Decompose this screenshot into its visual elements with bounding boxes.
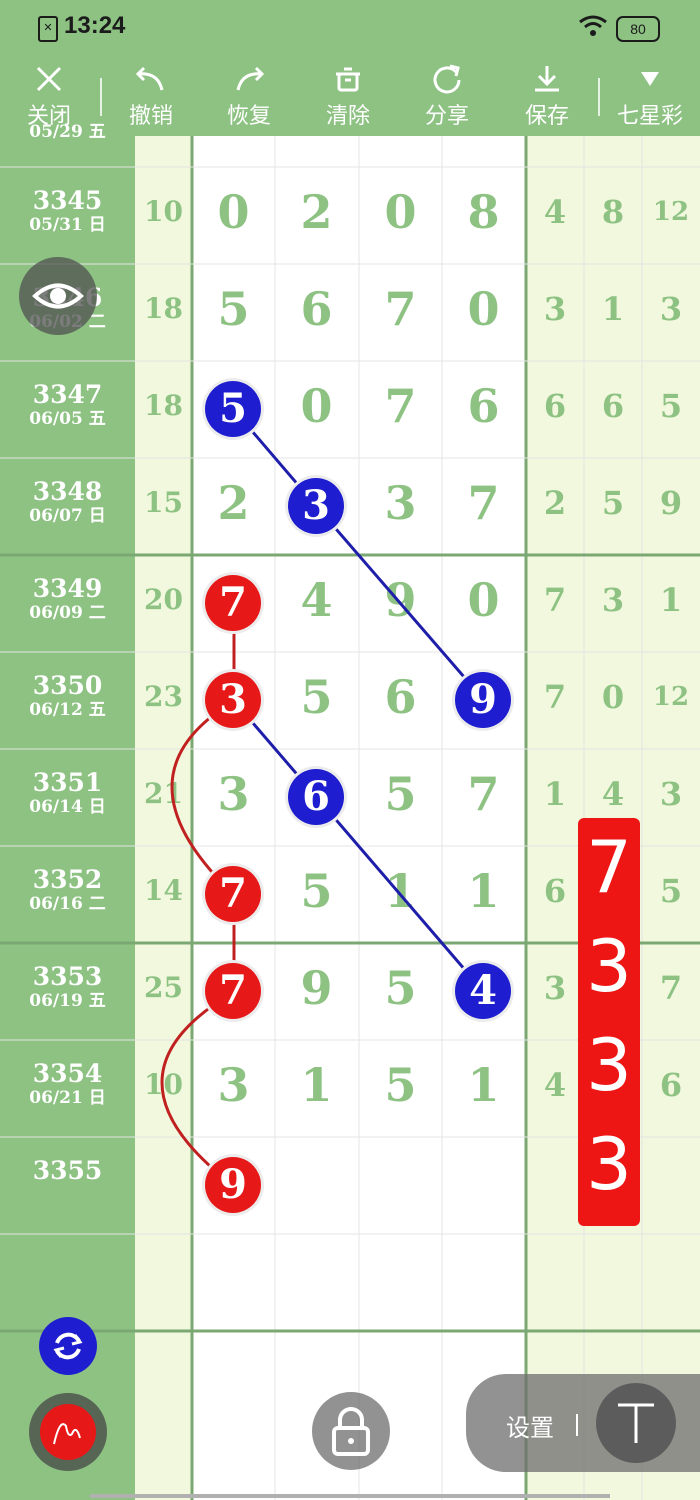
sim-off-icon: ✕	[38, 16, 58, 42]
highlight-ball: 7	[205, 866, 261, 922]
save-button[interactable]: 保存	[502, 62, 592, 130]
lottery-type-dropdown[interactable]: 七星彩	[605, 62, 695, 130]
highlight-ball: 7	[205, 963, 261, 1019]
trash-icon	[336, 67, 360, 92]
status-time: 13:24	[64, 12, 126, 39]
redo-button[interactable]: 恢复	[204, 62, 294, 130]
battery-icon: 80	[616, 16, 660, 42]
draw-button[interactable]	[29, 1393, 107, 1471]
close-icon	[36, 66, 62, 92]
text-t-icon	[618, 1403, 654, 1443]
highlight-ball: 3	[205, 672, 261, 728]
close-button[interactable]: 关闭	[4, 62, 94, 130]
home-indicator	[90, 1494, 610, 1498]
highlight-ball: 9	[455, 672, 511, 728]
clear-button[interactable]: 清除	[303, 62, 393, 130]
eye-icon	[32, 283, 84, 309]
download-icon	[535, 66, 559, 92]
share-icon	[433, 64, 461, 94]
text-tool-button[interactable]	[596, 1383, 676, 1463]
share-button[interactable]: 分享	[402, 62, 492, 130]
settings-divider	[576, 1414, 578, 1436]
highlight-ball: 9	[205, 1157, 261, 1213]
toolbar-divider	[598, 78, 600, 116]
toolbar-divider	[100, 78, 102, 116]
wifi-icon	[579, 15, 607, 36]
visibility-toggle-button[interactable]	[19, 257, 97, 335]
trend-chart[interactable]: 05/29 五 334505/31 日1002084812334606/02 二…	[0, 122, 700, 1500]
lock-icon	[332, 1407, 370, 1456]
dropdown-triangle-icon	[641, 72, 659, 86]
refresh-button[interactable]	[39, 1317, 97, 1375]
highlight-ball: 3	[288, 478, 344, 534]
settings-button[interactable]: 设置	[506, 1408, 554, 1443]
settings-panel: 设置	[466, 1374, 700, 1472]
highlight-ball: 5	[205, 381, 261, 437]
pen-icon	[40, 1404, 96, 1460]
highlight-ball: 4	[455, 963, 511, 1019]
undo-icon	[135, 66, 164, 91]
lock-button[interactable]	[312, 1392, 390, 1470]
undo-button[interactable]: 撤销	[106, 62, 196, 130]
status-bar: ✕ 13:24 80	[0, 0, 700, 56]
prediction-box: 7 3 3 3	[578, 818, 640, 1226]
highlight-ball: 6	[288, 769, 344, 825]
refresh-icon	[53, 1332, 83, 1360]
highlight-ball: 7	[205, 575, 261, 631]
redo-icon	[236, 66, 265, 91]
